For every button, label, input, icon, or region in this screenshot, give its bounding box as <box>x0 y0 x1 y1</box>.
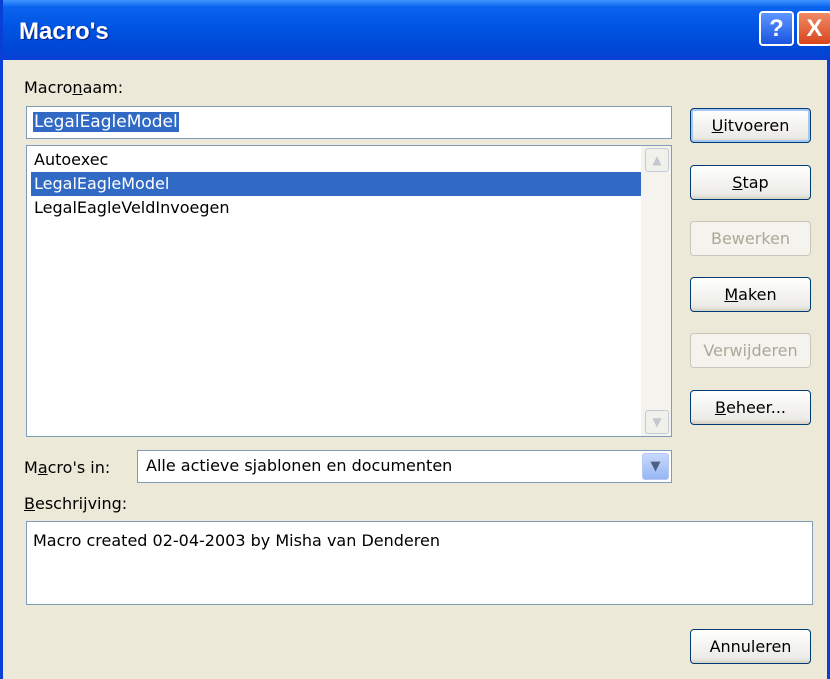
macro-list[interactable]: Autoexec LegalEagleModel LegalEagleVeldI… <box>26 145 672 437</box>
beheer-button[interactable]: Beheer... <box>690 390 811 425</box>
macro-name-label: Macronaam: <box>24 78 124 97</box>
list-item-legaleagleveldinvoegen[interactable]: LegalEagleVeldInvoegen <box>31 196 641 220</box>
bewerken-button[interactable]: Bewerken <box>690 221 811 256</box>
macros-dialog: Macro's ? X Macronaam: LegalEagleModel A… <box>0 0 830 679</box>
list-item-legaleaglemodel[interactable]: LegalEagleModel <box>31 172 641 196</box>
scroll-up-icon[interactable]: ▲ <box>645 148 669 172</box>
description-text: Macro created 02-04-2003 by Misha van De… <box>33 531 440 550</box>
description-field[interactable]: Macro created 02-04-2003 by Misha van De… <box>26 521 813 605</box>
window-title: Macro's <box>19 18 109 45</box>
verwijderen-button[interactable]: Verwijderen <box>690 333 811 368</box>
macros-in-value: Alle actieve sjablonen en documenten <box>146 456 453 475</box>
close-button[interactable]: X <box>797 11 830 46</box>
vertical-scrollbar[interactable]: ▲ ▼ <box>641 146 671 436</box>
uitvoeren-button[interactable]: Uitvoeren <box>690 108 811 143</box>
annuleren-button[interactable]: Annuleren <box>690 629 811 664</box>
macro-name-input[interactable]: LegalEagleModel <box>26 106 672 139</box>
scroll-down-icon[interactable]: ▼ <box>645 410 669 434</box>
description-label: Beschrijving: <box>24 494 128 513</box>
macro-name-value: LegalEagleModel <box>33 112 179 132</box>
macros-in-select[interactable]: Alle actieve sjablonen en documenten ▼ <box>137 450 672 483</box>
list-item-autoexec[interactable]: Autoexec <box>31 148 641 172</box>
macros-in-label: Macro's in: <box>24 458 111 477</box>
chevron-down-icon[interactable]: ▼ <box>642 453 669 480</box>
help-button[interactable]: ? <box>759 11 794 46</box>
maken-button[interactable]: Maken <box>690 277 811 312</box>
stap-button[interactable]: Stap <box>690 165 811 200</box>
title-bar[interactable]: Macro's ? X <box>3 0 830 60</box>
